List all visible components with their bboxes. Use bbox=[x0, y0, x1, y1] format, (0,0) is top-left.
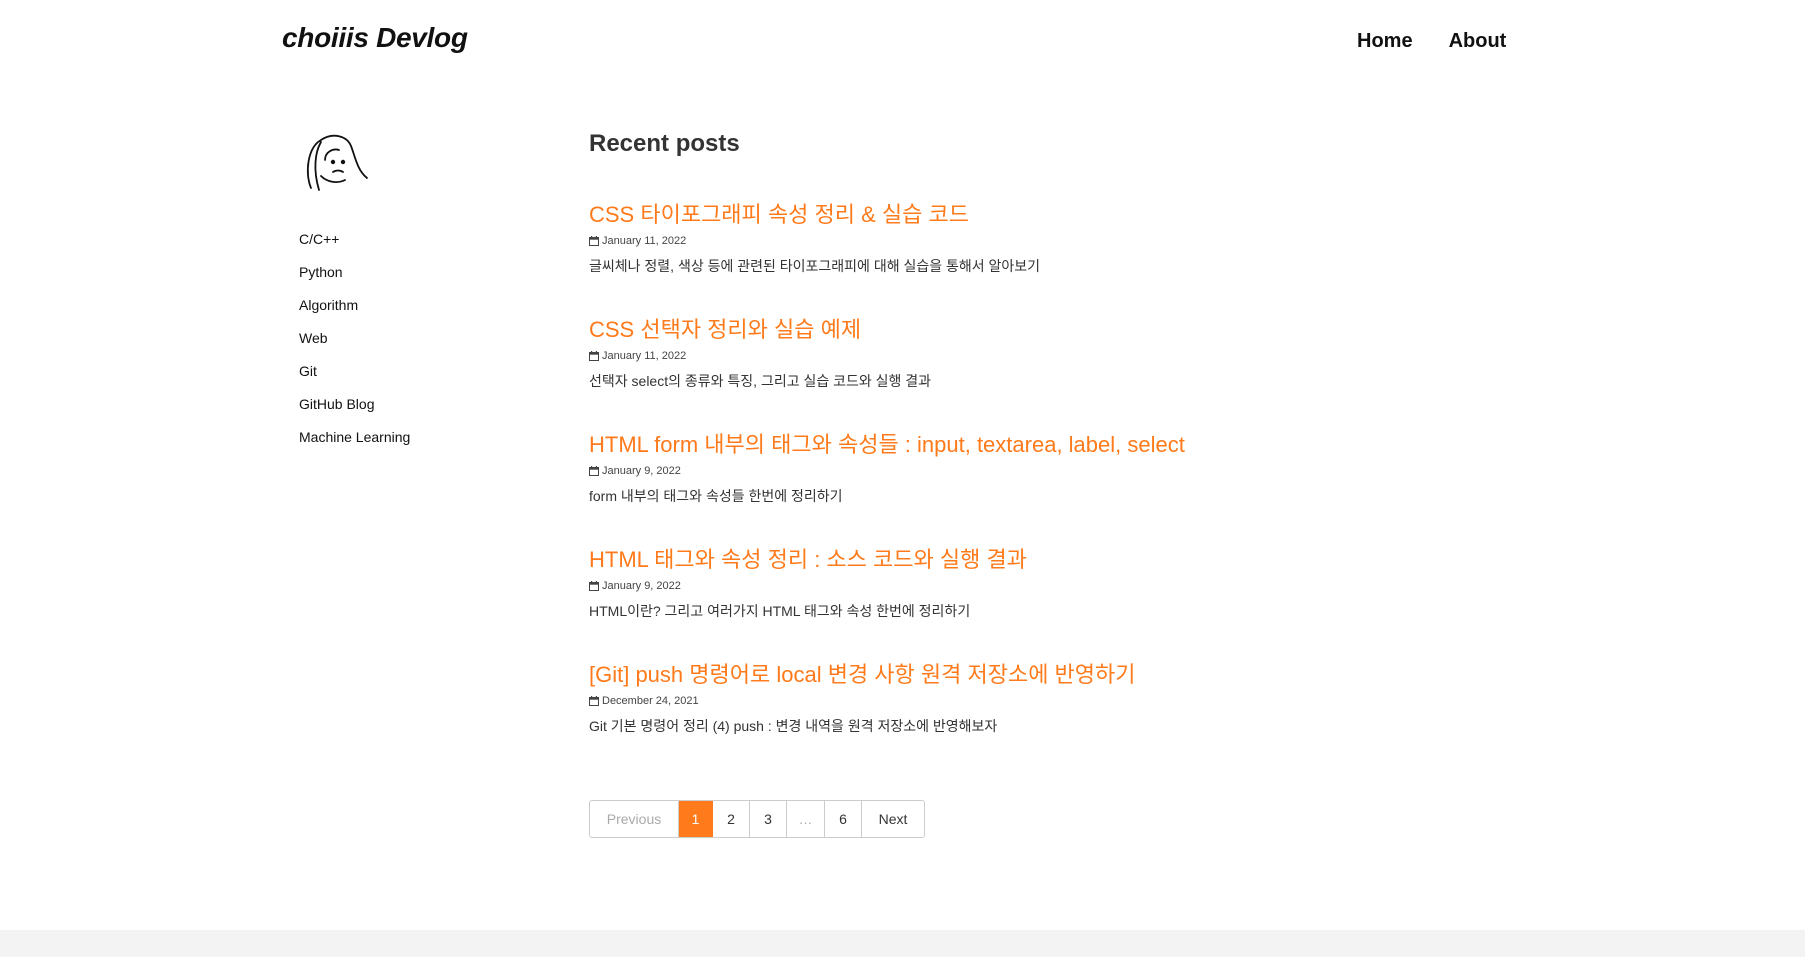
calendar-icon bbox=[589, 696, 599, 706]
calendar-icon bbox=[589, 466, 599, 476]
post-date-text: December 24, 2021 bbox=[602, 695, 699, 707]
post-excerpt: 선택자 select의 종류와 특징, 그리고 실습 코드와 실행 결과 bbox=[589, 373, 932, 389]
post-excerpt: form 내부의 태그와 속성들 한번에 정리하기 bbox=[589, 488, 843, 504]
post-title-link[interactable]: [Git] push 명령어로 local 변경 사항 원격 저장소에 반영하기 bbox=[589, 661, 1136, 689]
section-title: Recent posts bbox=[589, 130, 740, 157]
post-title-link[interactable]: CSS 타이포그래피 속성 정리 & 실습 코드 bbox=[589, 201, 969, 229]
pagination-ellipsis: … bbox=[787, 801, 825, 837]
avatar-icon bbox=[306, 134, 368, 191]
calendar-icon bbox=[589, 236, 599, 246]
pagination-next-button[interactable]: Next bbox=[862, 801, 924, 837]
site-header: choiiis Devlog Home About bbox=[0, 0, 1805, 84]
category-algorithm[interactable]: Algorithm bbox=[299, 296, 410, 329]
post-excerpt: 글씨체나 정렬, 색상 등에 관련된 타이포그래피에 대해 실습을 통해서 알아… bbox=[589, 258, 1041, 274]
post-item: CSS 타이포그래피 속성 정리 & 실습 코드 January 11, 202… bbox=[589, 201, 1489, 316]
site-footer bbox=[0, 930, 1805, 957]
post-date: January 9, 2022 bbox=[589, 579, 1489, 593]
category-git[interactable]: Git bbox=[299, 362, 410, 395]
post-title-link[interactable]: HTML form 내부의 태그와 속성들 : input, textarea,… bbox=[589, 431, 1185, 459]
category-cpp[interactable]: C/C++ bbox=[299, 230, 410, 263]
pagination-page-current[interactable]: 1 bbox=[679, 801, 713, 837]
post-date: January 11, 2022 bbox=[589, 349, 1489, 363]
calendar-icon bbox=[589, 581, 599, 591]
category-list: C/C++ Python Algorithm Web Git GitHub Bl… bbox=[299, 230, 410, 461]
post-date-text: January 11, 2022 bbox=[602, 235, 687, 247]
post-excerpt: Git 기본 명령어 정리 (4) push : 변경 내역을 원격 저장소에 … bbox=[589, 718, 998, 734]
category-web[interactable]: Web bbox=[299, 329, 410, 362]
pagination-page-2[interactable]: 2 bbox=[713, 801, 750, 837]
main-content: Recent posts CSS 타이포그래피 속성 정리 & 실습 코드 Ja… bbox=[589, 128, 1489, 734]
site-title[interactable]: choiiis Devlog bbox=[282, 22, 468, 54]
pagination: Previous 1 2 3 … 6 Next bbox=[589, 800, 925, 838]
main-nav: Home About bbox=[1357, 30, 1506, 53]
category-github-blog[interactable]: GitHub Blog bbox=[299, 395, 410, 428]
pagination-page-3[interactable]: 3 bbox=[750, 801, 787, 837]
post-date: January 11, 2022 bbox=[589, 234, 1489, 248]
post-date: January 9, 2022 bbox=[589, 464, 1489, 478]
post-title-link[interactable]: HTML 태그와 속성 정리 : 소스 코드와 실행 결과 bbox=[589, 546, 1027, 574]
post-item: HTML form 내부의 태그와 속성들 : input, textarea,… bbox=[589, 431, 1489, 546]
post-excerpt: HTML이란? 그리고 여러가지 HTML 태그와 속성 한번에 정리하기 bbox=[589, 603, 971, 619]
post-date-text: January 9, 2022 bbox=[602, 580, 681, 592]
nav-home-link[interactable]: Home bbox=[1357, 30, 1413, 53]
calendar-icon bbox=[589, 351, 599, 361]
pagination-page-6[interactable]: 6 bbox=[825, 801, 862, 837]
post-list: CSS 타이포그래피 속성 정리 & 실습 코드 January 11, 202… bbox=[589, 201, 1489, 776]
post-date-text: January 9, 2022 bbox=[602, 465, 681, 477]
post-date-text: January 11, 2022 bbox=[602, 350, 687, 362]
post-item: CSS 선택자 정리와 실습 예제 January 11, 2022 선택자 s… bbox=[589, 316, 1489, 431]
nav-about-link[interactable]: About bbox=[1449, 30, 1507, 53]
post-date: December 24, 2021 bbox=[589, 694, 1489, 708]
post-item: HTML 태그와 속성 정리 : 소스 코드와 실행 결과 January 9,… bbox=[589, 546, 1489, 661]
category-machine-learning[interactable]: Machine Learning bbox=[299, 428, 410, 461]
sidebar: C/C++ Python Algorithm Web Git GitHub Bl… bbox=[299, 130, 539, 445]
pagination-previous-button: Previous bbox=[590, 801, 679, 837]
post-item: [Git] push 명령어로 local 변경 사항 원격 저장소에 반영하기… bbox=[589, 661, 1489, 776]
category-python[interactable]: Python bbox=[299, 263, 410, 296]
post-title-link[interactable]: CSS 선택자 정리와 실습 예제 bbox=[589, 316, 861, 344]
